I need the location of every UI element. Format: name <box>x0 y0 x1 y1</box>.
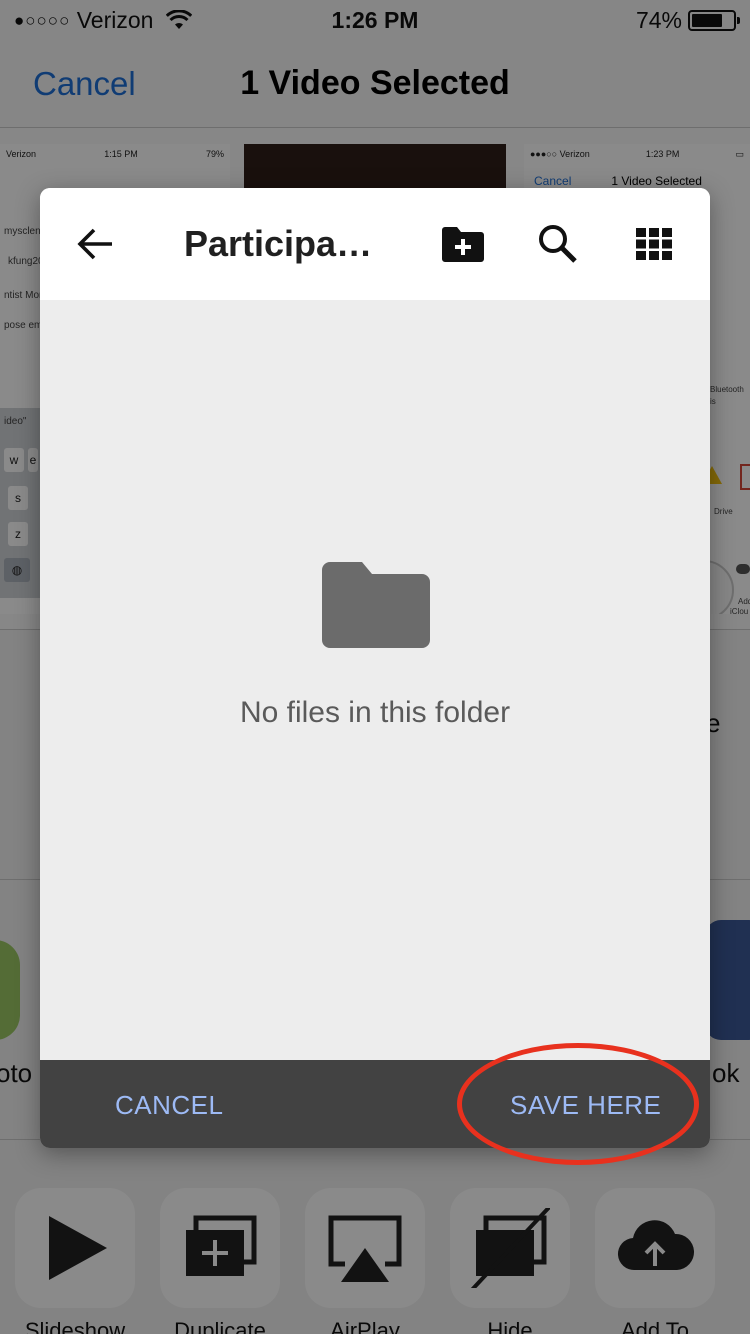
annotation-highlight-ellipse <box>457 1043 699 1165</box>
dialog-header: Participa… <box>40 188 710 300</box>
search-icon[interactable] <box>538 224 578 264</box>
new-folder-icon[interactable] <box>442 226 484 262</box>
save-to-drive-dialog: Participa… No files in this folder CANCE… <box>40 188 710 1148</box>
empty-folder-message: No files in this folder <box>239 696 511 729</box>
grid-view-icon[interactable] <box>636 228 672 260</box>
arrow-left-icon[interactable] <box>76 224 116 264</box>
dialog-cancel-button[interactable]: CANCEL <box>115 1090 223 1121</box>
folder-title: Participa… <box>184 223 373 264</box>
folder-icon <box>322 562 430 648</box>
